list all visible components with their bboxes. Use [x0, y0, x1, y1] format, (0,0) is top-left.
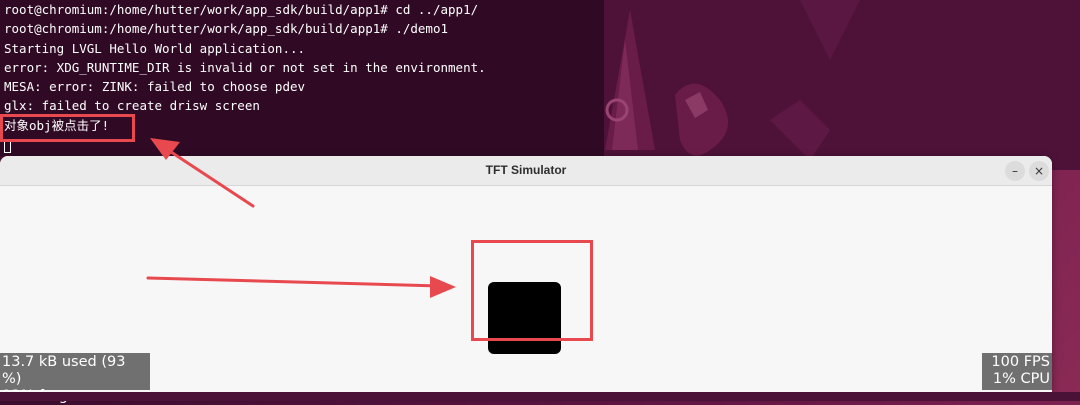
cpu-label: 1% CPU [992, 371, 1050, 387]
window-titlebar[interactable]: TFT Simulator – × [0, 156, 1052, 186]
close-button[interactable]: × [1029, 161, 1049, 181]
desktop-bottom-strip [0, 392, 1080, 401]
terminal-line: Starting LVGL Hello World application... [4, 40, 306, 56]
terminal-line: glx: failed to create drisw screen [4, 98, 260, 114]
fps-label: 100 FPS [991, 354, 1050, 370]
terminal-line: MESA: error: ZINK: failed to choose pdev [4, 79, 306, 95]
object-highlight-box [471, 240, 593, 341]
window-title: TFT Simulator [485, 163, 567, 177]
terminal-line: error: XDG_RUNTIME_DIR is invalid or not… [4, 59, 486, 75]
minimize-button[interactable]: – [1005, 161, 1025, 181]
terminal-line: root@chromium:/home/hutter/work/app_sdk/… [4, 21, 449, 37]
terminal-line: root@chromium:/home/hutter/work/app_sdk/… [4, 2, 479, 17]
lvgl-memory-monitor: 13.7 kB used (93 %) 93% frag. [0, 353, 150, 404]
lvgl-performance-monitor: 100 FPS 1% CPU [982, 353, 1052, 390]
message-highlight-box [0, 114, 135, 142]
memory-used-label: 13.7 kB used (93 %) [2, 354, 126, 387]
wallpaper-art [600, 0, 1080, 170]
